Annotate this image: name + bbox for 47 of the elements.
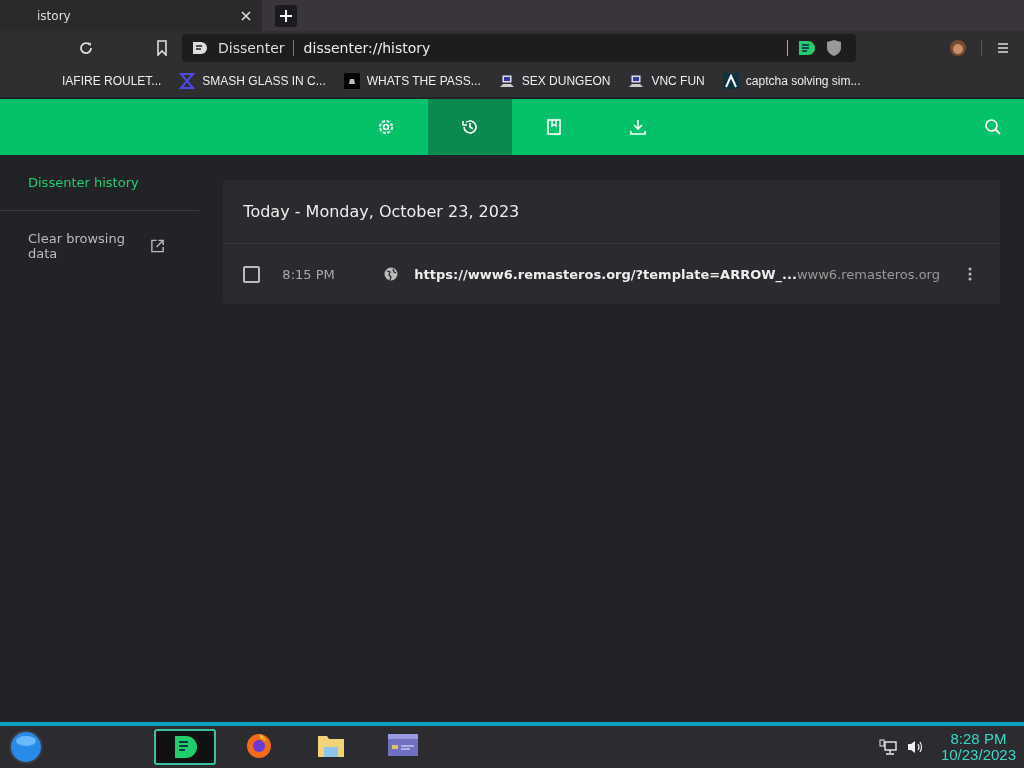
browser-tab[interactable]: istory (0, 0, 262, 31)
id-card-icon (387, 733, 419, 757)
close-icon[interactable] (240, 9, 252, 22)
visit-time: 8:15 PM (282, 266, 336, 282)
computer-icon (628, 73, 645, 89)
volume-icon[interactable] (906, 739, 925, 755)
book-icon (546, 118, 562, 136)
clock-time[interactable]: 8:28 PM (950, 730, 1007, 747)
speech-icon (172, 734, 198, 760)
bookmark-item[interactable]: SEX DUNGEON (498, 73, 611, 89)
globe-icon (384, 267, 399, 281)
site-label: Dissenter (218, 40, 294, 56)
start-orb-icon[interactable] (8, 729, 44, 765)
address-bar[interactable]: Dissenter dissenter://history (182, 34, 856, 62)
fox-globe-icon (245, 731, 273, 759)
menu-icon[interactable] (996, 41, 1010, 55)
caret-logo-icon (722, 73, 739, 89)
date-heading: Today - Monday, October 23, 2023 (223, 180, 1000, 244)
bookmark-item[interactable]: WHATS THE PASS... (343, 73, 481, 89)
reload-icon[interactable] (78, 40, 94, 56)
tab-title: istory (37, 8, 72, 23)
bookmark-item[interactable]: captcha solving sim... (722, 73, 861, 89)
history-icon (461, 118, 479, 136)
sigma-icon (179, 73, 196, 89)
history-link[interactable]: https://www6.remasteros.org/?template=ARROW_... (414, 266, 797, 282)
new-tab-icon[interactable] (275, 4, 297, 27)
comment-icon[interactable] (798, 40, 816, 56)
shield-icon[interactable] (826, 39, 842, 57)
avatar-icon[interactable] (949, 39, 967, 57)
computer-icon (498, 73, 515, 89)
bookmark-item[interactable]: SMASH GLASS IN C... (179, 73, 326, 89)
network-icon[interactable] (878, 739, 897, 755)
external-link-icon (150, 238, 166, 254)
bookmark-item[interactable]: IAFIRE ROULET... (62, 74, 162, 88)
taskbar-app[interactable] (154, 729, 216, 765)
bookmark-icon[interactable] (156, 40, 168, 56)
domain-text: www6.remasteros.org (796, 266, 940, 282)
bookmark-item[interactable]: VNC FUN (628, 73, 705, 89)
more-icon[interactable] (968, 267, 972, 281)
checkbox[interactable] (243, 265, 261, 283)
clock-date[interactable]: 10/23/2023 (940, 747, 1016, 764)
site-icon (192, 41, 208, 55)
download-icon (629, 118, 647, 136)
sidebar-title[interactable]: Dissenter history (0, 155, 200, 211)
url-text: dissenter://history (303, 40, 431, 56)
sidebar-item[interactable]: Clear browsing data (0, 211, 200, 281)
settings-icon (377, 118, 395, 136)
